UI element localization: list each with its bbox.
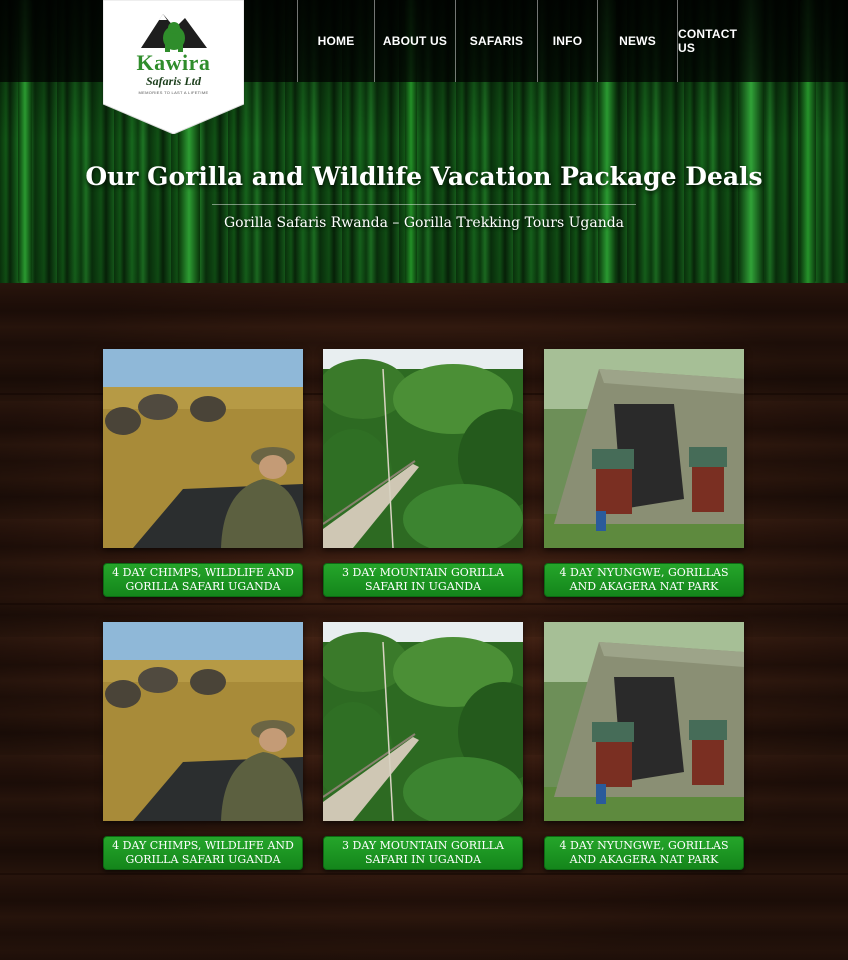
package-photo-canopy-walkway[interactable]	[323, 349, 523, 548]
wood-plank-seam	[0, 603, 848, 605]
nav-info[interactable]: INFO	[537, 0, 597, 82]
package-title-line2: SAFARI IN UGANDA	[364, 580, 482, 593]
logo-subname: Safaris Ltd	[145, 74, 201, 88]
package-photo-canopy-walkway[interactable]	[323, 622, 523, 821]
page-title: Our Gorilla and Wildlife Vacation Packag…	[85, 162, 763, 191]
nav-about-us[interactable]: ABOUT US	[374, 0, 455, 82]
package-title-line1: 4 DAY NYUNGWE, GORILLAS	[559, 839, 729, 852]
package-button[interactable]: 4 DAY CHIMPS, WILDLIFE AND GORILLA SAFAR…	[103, 836, 303, 870]
nav-home[interactable]: HOME	[297, 0, 374, 82]
title-divider	[212, 204, 636, 205]
wood-plank-seam	[0, 873, 848, 875]
package-title-line2: AND AKAGERA NAT PARK	[569, 853, 719, 866]
package-button[interactable]: 3 DAY MOUNTAIN GORILLA SAFARI IN UGANDA	[323, 563, 523, 597]
package-button[interactable]: 4 DAY CHIMPS, WILDLIFE AND GORILLA SAFAR…	[103, 563, 303, 597]
main-nav: HOME ABOUT US SAFARIS INFO NEWS CONTACT …	[297, 0, 747, 82]
package-title-line2: AND AKAGERA NAT PARK	[569, 580, 719, 593]
package-photo-camping-tent[interactable]	[544, 349, 744, 548]
package-title-line2: GORILLA SAFARI UGANDA	[125, 853, 281, 866]
package-title-line1: 4 DAY NYUNGWE, GORILLAS	[559, 566, 729, 579]
package-button[interactable]: 3 DAY MOUNTAIN GORILLA SAFARI IN UGANDA	[323, 836, 523, 870]
package-button[interactable]: 4 DAY NYUNGWE, GORILLAS AND AKAGERA NAT …	[544, 836, 744, 870]
nav-contact-us[interactable]: CONTACT US	[677, 0, 747, 82]
package-title-line1: 3 DAY MOUNTAIN GORILLA	[342, 839, 504, 852]
page-subtitle: Gorilla Safaris Rwanda – Gorilla Trekkin…	[223, 215, 625, 231]
package-title-line1: 4 DAY CHIMPS, WILDLIFE AND	[112, 839, 294, 852]
package-photo-camping-tent[interactable]	[544, 622, 744, 821]
package-title-line2: SAFARI IN UGANDA	[364, 853, 482, 866]
site-logo[interactable]: Kawira Safaris Ltd MEMORIES TO LAST A LI…	[103, 0, 244, 134]
package-button[interactable]: 4 DAY NYUNGWE, GORILLAS AND AKAGERA NAT …	[544, 563, 744, 597]
package-photo-elephants[interactable]	[103, 349, 303, 548]
package-title-line1: 3 DAY MOUNTAIN GORILLA	[342, 566, 504, 579]
nav-news[interactable]: NEWS	[597, 0, 677, 82]
logo-name: Kawira	[136, 50, 211, 75]
package-title-line1: 4 DAY CHIMPS, WILDLIFE AND	[112, 566, 294, 579]
nav-safaris[interactable]: SAFARIS	[455, 0, 537, 82]
package-photo-elephants[interactable]	[103, 622, 303, 821]
logo-tagline: MEMORIES TO LAST A LIFETIME	[138, 90, 209, 95]
package-title-line2: GORILLA SAFARI UGANDA	[125, 580, 281, 593]
